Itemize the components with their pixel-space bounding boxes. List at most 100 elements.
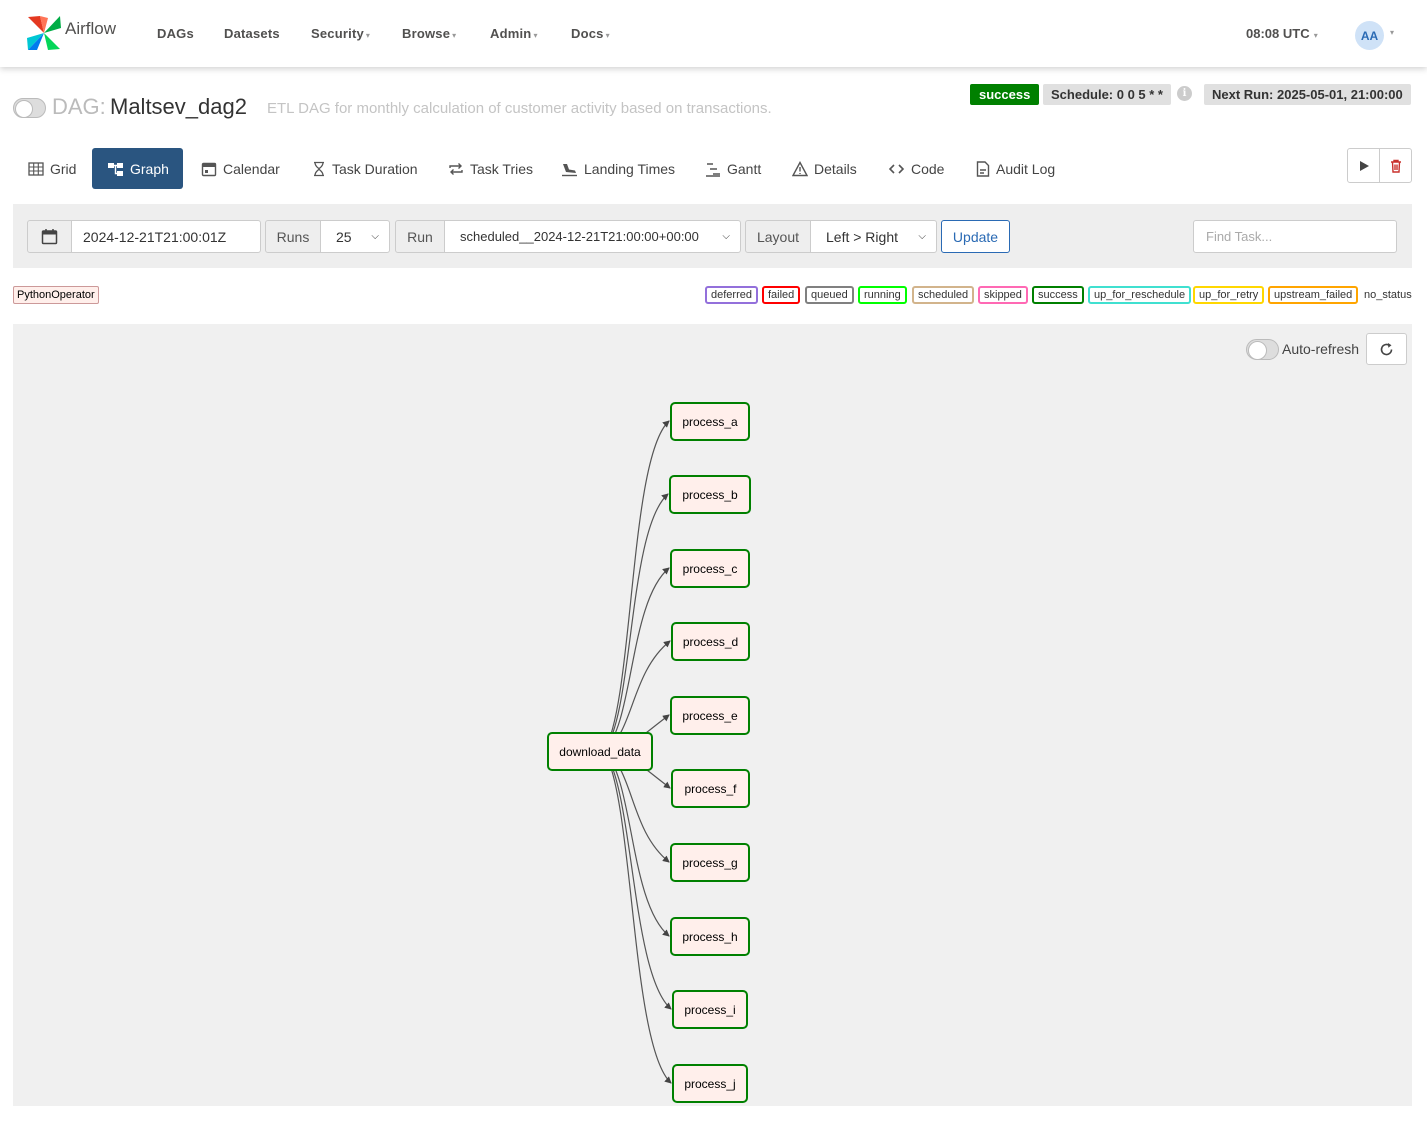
airflow-logo[interactable]: Airflow xyxy=(26,14,116,52)
info-icon[interactable]: i xyxy=(1177,86,1192,101)
task-node-process-h[interactable]: process_h xyxy=(670,917,750,956)
tab-details[interactable]: Details xyxy=(778,148,867,189)
state-legend-success[interactable]: success xyxy=(1032,286,1084,304)
task-node-process-a[interactable]: process_a xyxy=(670,402,750,441)
state-legend-upstream-failed[interactable]: upstream_failed xyxy=(1268,286,1359,304)
dag-pause-toggle[interactable] xyxy=(13,98,46,118)
task-node-process-f[interactable]: process_f xyxy=(671,769,750,808)
layout-label: Layout xyxy=(745,220,811,253)
caret-down-icon: ▾ xyxy=(1311,31,1318,40)
operator-legend-python[interactable]: PythonOperator xyxy=(13,286,99,304)
tab-label: Calendar xyxy=(223,160,280,177)
tab-label: Grid xyxy=(50,160,77,177)
state-legend-queued[interactable]: queued xyxy=(805,286,854,304)
calendar-icon xyxy=(201,161,217,177)
layout-select[interactable]: Left > Right ⌵ xyxy=(810,220,937,253)
tab-label: Gantt xyxy=(727,160,762,177)
refresh-button[interactable] xyxy=(1366,333,1407,365)
run-select[interactable]: scheduled__2024-12-21T21:00:00+00:00 ⌵ xyxy=(444,220,741,253)
document-icon xyxy=(976,160,990,177)
caret-down-icon: ▾ xyxy=(605,31,610,40)
state-legend-deferred[interactable]: deferred xyxy=(705,286,758,304)
tab-gantt[interactable]: Gantt xyxy=(691,148,771,189)
graph-icon xyxy=(107,161,124,177)
dag-title[interactable]: Maltsev_dag2 xyxy=(110,94,247,120)
date-picker-button[interactable] xyxy=(27,220,72,253)
runs-label: Runs xyxy=(265,220,321,253)
user-avatar[interactable]: AA xyxy=(1355,21,1384,50)
landing-icon xyxy=(561,161,578,177)
chevron-down-icon: ⌵ xyxy=(722,231,730,242)
tab-label: Task Duration xyxy=(332,160,418,177)
auto-refresh-label: Auto-refresh xyxy=(1282,341,1360,357)
tab-label: Landing Times xyxy=(584,160,676,177)
brand-name: Airflow xyxy=(65,19,117,38)
nav-dags[interactable]: DAGs xyxy=(157,26,194,41)
dag-prefix: DAG: xyxy=(52,94,106,119)
tab-audit-log[interactable]: Audit Log xyxy=(962,148,1065,189)
tab-label: Task Tries xyxy=(470,160,534,177)
warning-triangle-icon xyxy=(792,160,808,177)
tab-calendar[interactable]: Calendar xyxy=(187,148,290,189)
task-node-process-e[interactable]: process_e xyxy=(670,696,750,735)
runs-value: 25 xyxy=(336,228,352,245)
tab-grid[interactable]: Grid xyxy=(14,148,86,189)
delete-dag-button[interactable] xyxy=(1379,148,1412,183)
calendar-icon xyxy=(41,229,58,245)
tab-task-duration[interactable]: Task Duration xyxy=(298,148,428,189)
nav-browse[interactable]: Browse ▾ xyxy=(402,26,456,41)
retry-icon xyxy=(448,161,464,177)
play-icon xyxy=(1359,160,1369,171)
nav-admin[interactable]: Admin ▾ xyxy=(490,26,538,41)
caret-down-icon: ▾ xyxy=(365,31,371,40)
dag-description: ETL DAG for monthly calculation of custo… xyxy=(267,100,772,117)
tab-label: Details xyxy=(814,160,857,177)
task-node-process-g[interactable]: process_g xyxy=(670,843,750,882)
pinwheel-icon xyxy=(27,16,61,50)
runs-select[interactable]: 25 ⌵ xyxy=(320,220,390,253)
auto-refresh-toggle[interactable] xyxy=(1246,339,1279,360)
tab-graph[interactable]: Graph xyxy=(92,148,183,189)
state-legend-skipped[interactable]: skipped xyxy=(978,286,1028,304)
task-node-process-c[interactable]: process_c xyxy=(670,549,750,588)
tab-landing-times[interactable]: Landing Times xyxy=(547,148,685,189)
task-node-process-d[interactable]: process_d xyxy=(671,622,750,661)
caret-down-icon: ▾ xyxy=(533,31,538,40)
utc-clock[interactable]: 08:08 UTC ▾ xyxy=(1246,26,1318,41)
refresh-icon xyxy=(1380,342,1393,355)
task-node-process-b[interactable]: process_b xyxy=(669,475,751,514)
nav-docs[interactable]: Docs ▾ xyxy=(571,26,610,41)
next-run-badge: Next Run: 2025-05-01, 21:00:00 xyxy=(1204,84,1411,105)
state-legend-running[interactable]: running xyxy=(858,286,907,304)
caret-down-icon: ▾ xyxy=(452,31,457,40)
tab-task-tries[interactable]: Task Tries xyxy=(434,148,543,189)
task-node-process-i[interactable]: process_i xyxy=(672,990,748,1029)
chevron-down-icon: ⌵ xyxy=(918,231,926,242)
nav-security[interactable]: Security ▾ xyxy=(311,26,370,41)
state-legend-scheduled[interactable]: scheduled xyxy=(912,286,975,304)
code-icon xyxy=(888,161,905,177)
nav-datasets[interactable]: Datasets xyxy=(224,26,280,41)
state-legend-no-status[interactable]: no_status xyxy=(1364,289,1412,301)
state-legend-failed[interactable]: failed xyxy=(762,286,801,304)
base-date-input[interactable]: 2024-12-21T21:00:01Z xyxy=(71,220,261,253)
trigger-dag-button[interactable] xyxy=(1347,148,1380,183)
dag-state-badge: success xyxy=(970,84,1040,105)
run-value: scheduled__2024-12-21T21:00:00+00:00 xyxy=(460,229,699,244)
tab-code[interactable]: Code xyxy=(874,148,954,189)
find-task-input[interactable] xyxy=(1193,220,1397,253)
state-legend-up-for-reschedule[interactable]: up_for_reschedule xyxy=(1088,286,1192,304)
task-node-process-j[interactable]: process_j xyxy=(672,1064,748,1103)
schedule-badge: Schedule: 0 0 5 * * xyxy=(1043,84,1171,105)
gantt-icon xyxy=(705,161,721,177)
caret-down-icon[interactable]: ▾ xyxy=(1390,28,1394,37)
top-navbar: Airflow DAGs Datasets Security ▾ Browse ▾ … xyxy=(0,0,1427,67)
state-legend-up-for-retry[interactable]: up_for_retry xyxy=(1193,286,1265,304)
task-node-download-data[interactable]: download_data xyxy=(547,732,653,771)
tab-label: Code xyxy=(911,160,945,177)
layout-value: Left > Right xyxy=(826,228,898,245)
update-button[interactable]: Update xyxy=(941,220,1010,253)
grid-icon xyxy=(28,161,44,177)
tab-label: Graph xyxy=(130,160,169,177)
run-label: Run xyxy=(395,220,445,253)
